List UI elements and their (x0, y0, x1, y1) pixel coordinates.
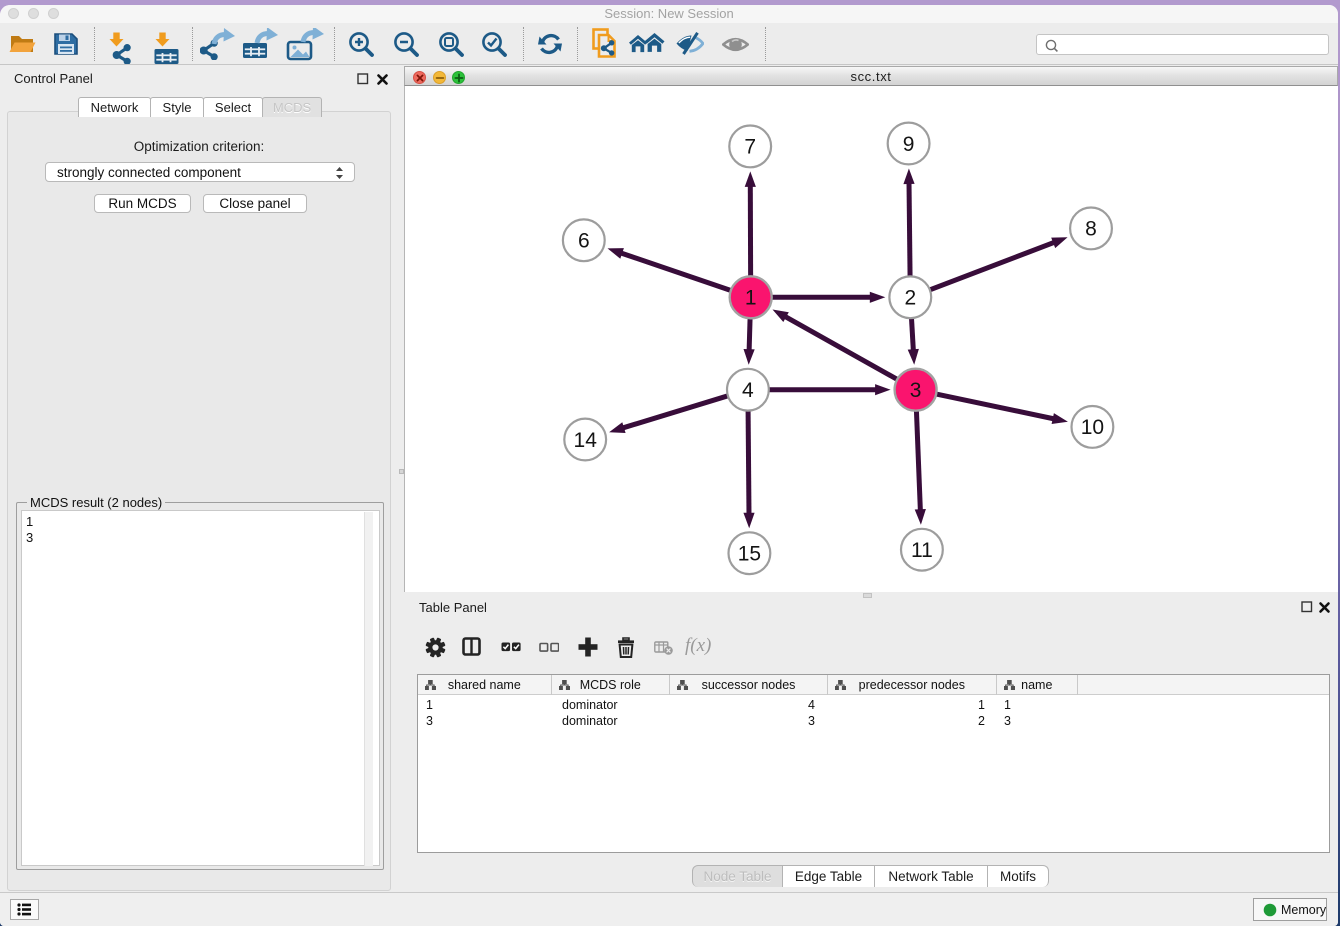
svg-text:10: 10 (1081, 416, 1104, 439)
svg-text:7: 7 (744, 136, 756, 159)
svg-text:11: 11 (911, 539, 933, 562)
svg-text:15: 15 (738, 543, 761, 566)
svg-text:14: 14 (574, 429, 598, 452)
svg-text:3: 3 (910, 379, 922, 402)
svg-text:8: 8 (1085, 218, 1097, 241)
svg-text:2: 2 (904, 287, 916, 310)
svg-text:6: 6 (578, 230, 590, 253)
svg-text:9: 9 (903, 133, 915, 156)
svg-text:4: 4 (742, 379, 754, 402)
svg-text:1: 1 (745, 287, 757, 310)
